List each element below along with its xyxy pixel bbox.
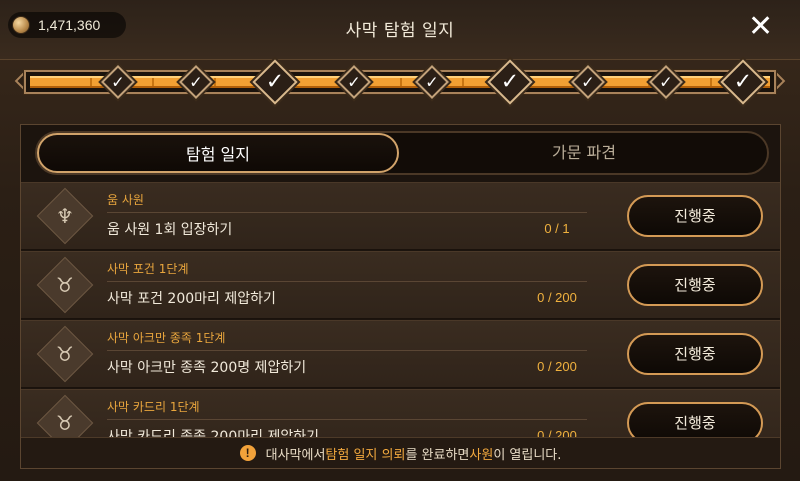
- tab-exploration-journal[interactable]: 탐험 일지: [37, 133, 399, 173]
- quest-progress-count: 0 / 200: [537, 290, 577, 305]
- bull-skull-icon: ♉: [36, 325, 94, 383]
- notice-text-2: 를 완료하면: [405, 447, 470, 463]
- quest-row: ♆ 움 사원 움 사원 1회 입장하기 0 / 1 진행중: [21, 182, 780, 250]
- quest-category: 사막 포건 1단계: [107, 262, 189, 276]
- notice-text-3: 이 열립니다.: [493, 447, 562, 463]
- warning-icon: !: [239, 445, 256, 461]
- temple-icon: ♆: [36, 187, 94, 245]
- checkmark-icon: ✓: [659, 72, 673, 92]
- milestone-node[interactable]: ✓: [720, 59, 766, 105]
- in-progress-button[interactable]: 진행중: [627, 333, 763, 375]
- quest-description: 사막 포건 200마리 제압하기: [107, 291, 276, 307]
- quest-category: 사막 카드리 1단계: [107, 400, 200, 414]
- tab-bar: 탐험 일지 가문 파견: [35, 131, 769, 175]
- milestone-node[interactable]: ✓: [487, 59, 533, 105]
- close-icon[interactable]: ✕: [748, 12, 773, 42]
- divider: [107, 350, 587, 351]
- notice-highlight-1: 탐험 일지 의뢰: [325, 447, 406, 463]
- quest-category: 움 사원: [107, 193, 144, 207]
- header: 1,471,360 사막 탐험 일지 ✕: [0, 0, 800, 60]
- divider: [107, 281, 587, 282]
- milestone-node[interactable]: ✓: [252, 59, 298, 105]
- checkmark-icon: ✓: [425, 72, 439, 92]
- quest-row: ♉ 사막 아크만 종족 1단계 사막 아크만 종족 200명 제압하기 0 / …: [21, 320, 780, 388]
- quest-row: ♉ 사막 포건 1단계 사막 포건 200마리 제압하기 0 / 200 진행중: [21, 251, 780, 319]
- bull-skull-icon: ♉: [36, 394, 94, 440]
- checkmark-icon: ✓: [265, 69, 285, 95]
- divider: [107, 212, 587, 213]
- window-title: 사막 탐험 일지: [345, 21, 455, 41]
- checkmark-icon: ✓: [111, 72, 125, 92]
- in-progress-button[interactable]: 진행중: [627, 264, 763, 306]
- quest-description: 사막 아크만 종족 200명 제압하기: [107, 360, 307, 376]
- in-progress-button[interactable]: 진행중: [627, 402, 763, 440]
- journal-panel: 탐험 일지 가문 파견 ♆ 움 사원 움 사원 1회 입장하기 0 / 1 진행…: [20, 124, 781, 469]
- notice-text-1: 대사막에서: [265, 447, 326, 463]
- quest-category: 사막 아크만 종족 1단계: [107, 331, 226, 345]
- quest-progress-count: 0 / 1: [544, 221, 570, 236]
- divider: [107, 419, 587, 420]
- notice-bar: ! 대사막에서 탐험 일지 의뢰 를 완료하면 사원 이 열립니다.: [21, 437, 780, 468]
- checkmark-icon: ✓: [189, 72, 203, 92]
- tab-family-dispatch[interactable]: 가문 파견: [399, 133, 769, 173]
- checkmark-icon: ✓: [347, 72, 361, 92]
- quest-row: ♉ 사막 카드리 1단계 사막 카드리 종족 200마리 제압하기 0 / 20…: [21, 389, 780, 440]
- checkmark-icon: ✓: [733, 69, 753, 95]
- quest-progress-count: 0 / 200: [537, 359, 577, 374]
- checkmark-icon: ✓: [581, 72, 595, 92]
- in-progress-button[interactable]: 진행중: [627, 195, 763, 237]
- quest-description: 움 사원 1회 입장하기: [107, 222, 233, 238]
- checkmark-icon: ✓: [500, 69, 520, 95]
- quest-list[interactable]: ♆ 움 사원 움 사원 1회 입장하기 0 / 1 진행중 ♉ 사막 포건 1단…: [21, 182, 780, 440]
- notice-highlight-2: 사원: [469, 447, 494, 463]
- bull-skull-icon: ♉: [36, 256, 94, 314]
- journal-progress-bar: ✓ ✓ ✓ ✓ ✓ ✓ ✓ ✓ ✓: [14, 59, 786, 112]
